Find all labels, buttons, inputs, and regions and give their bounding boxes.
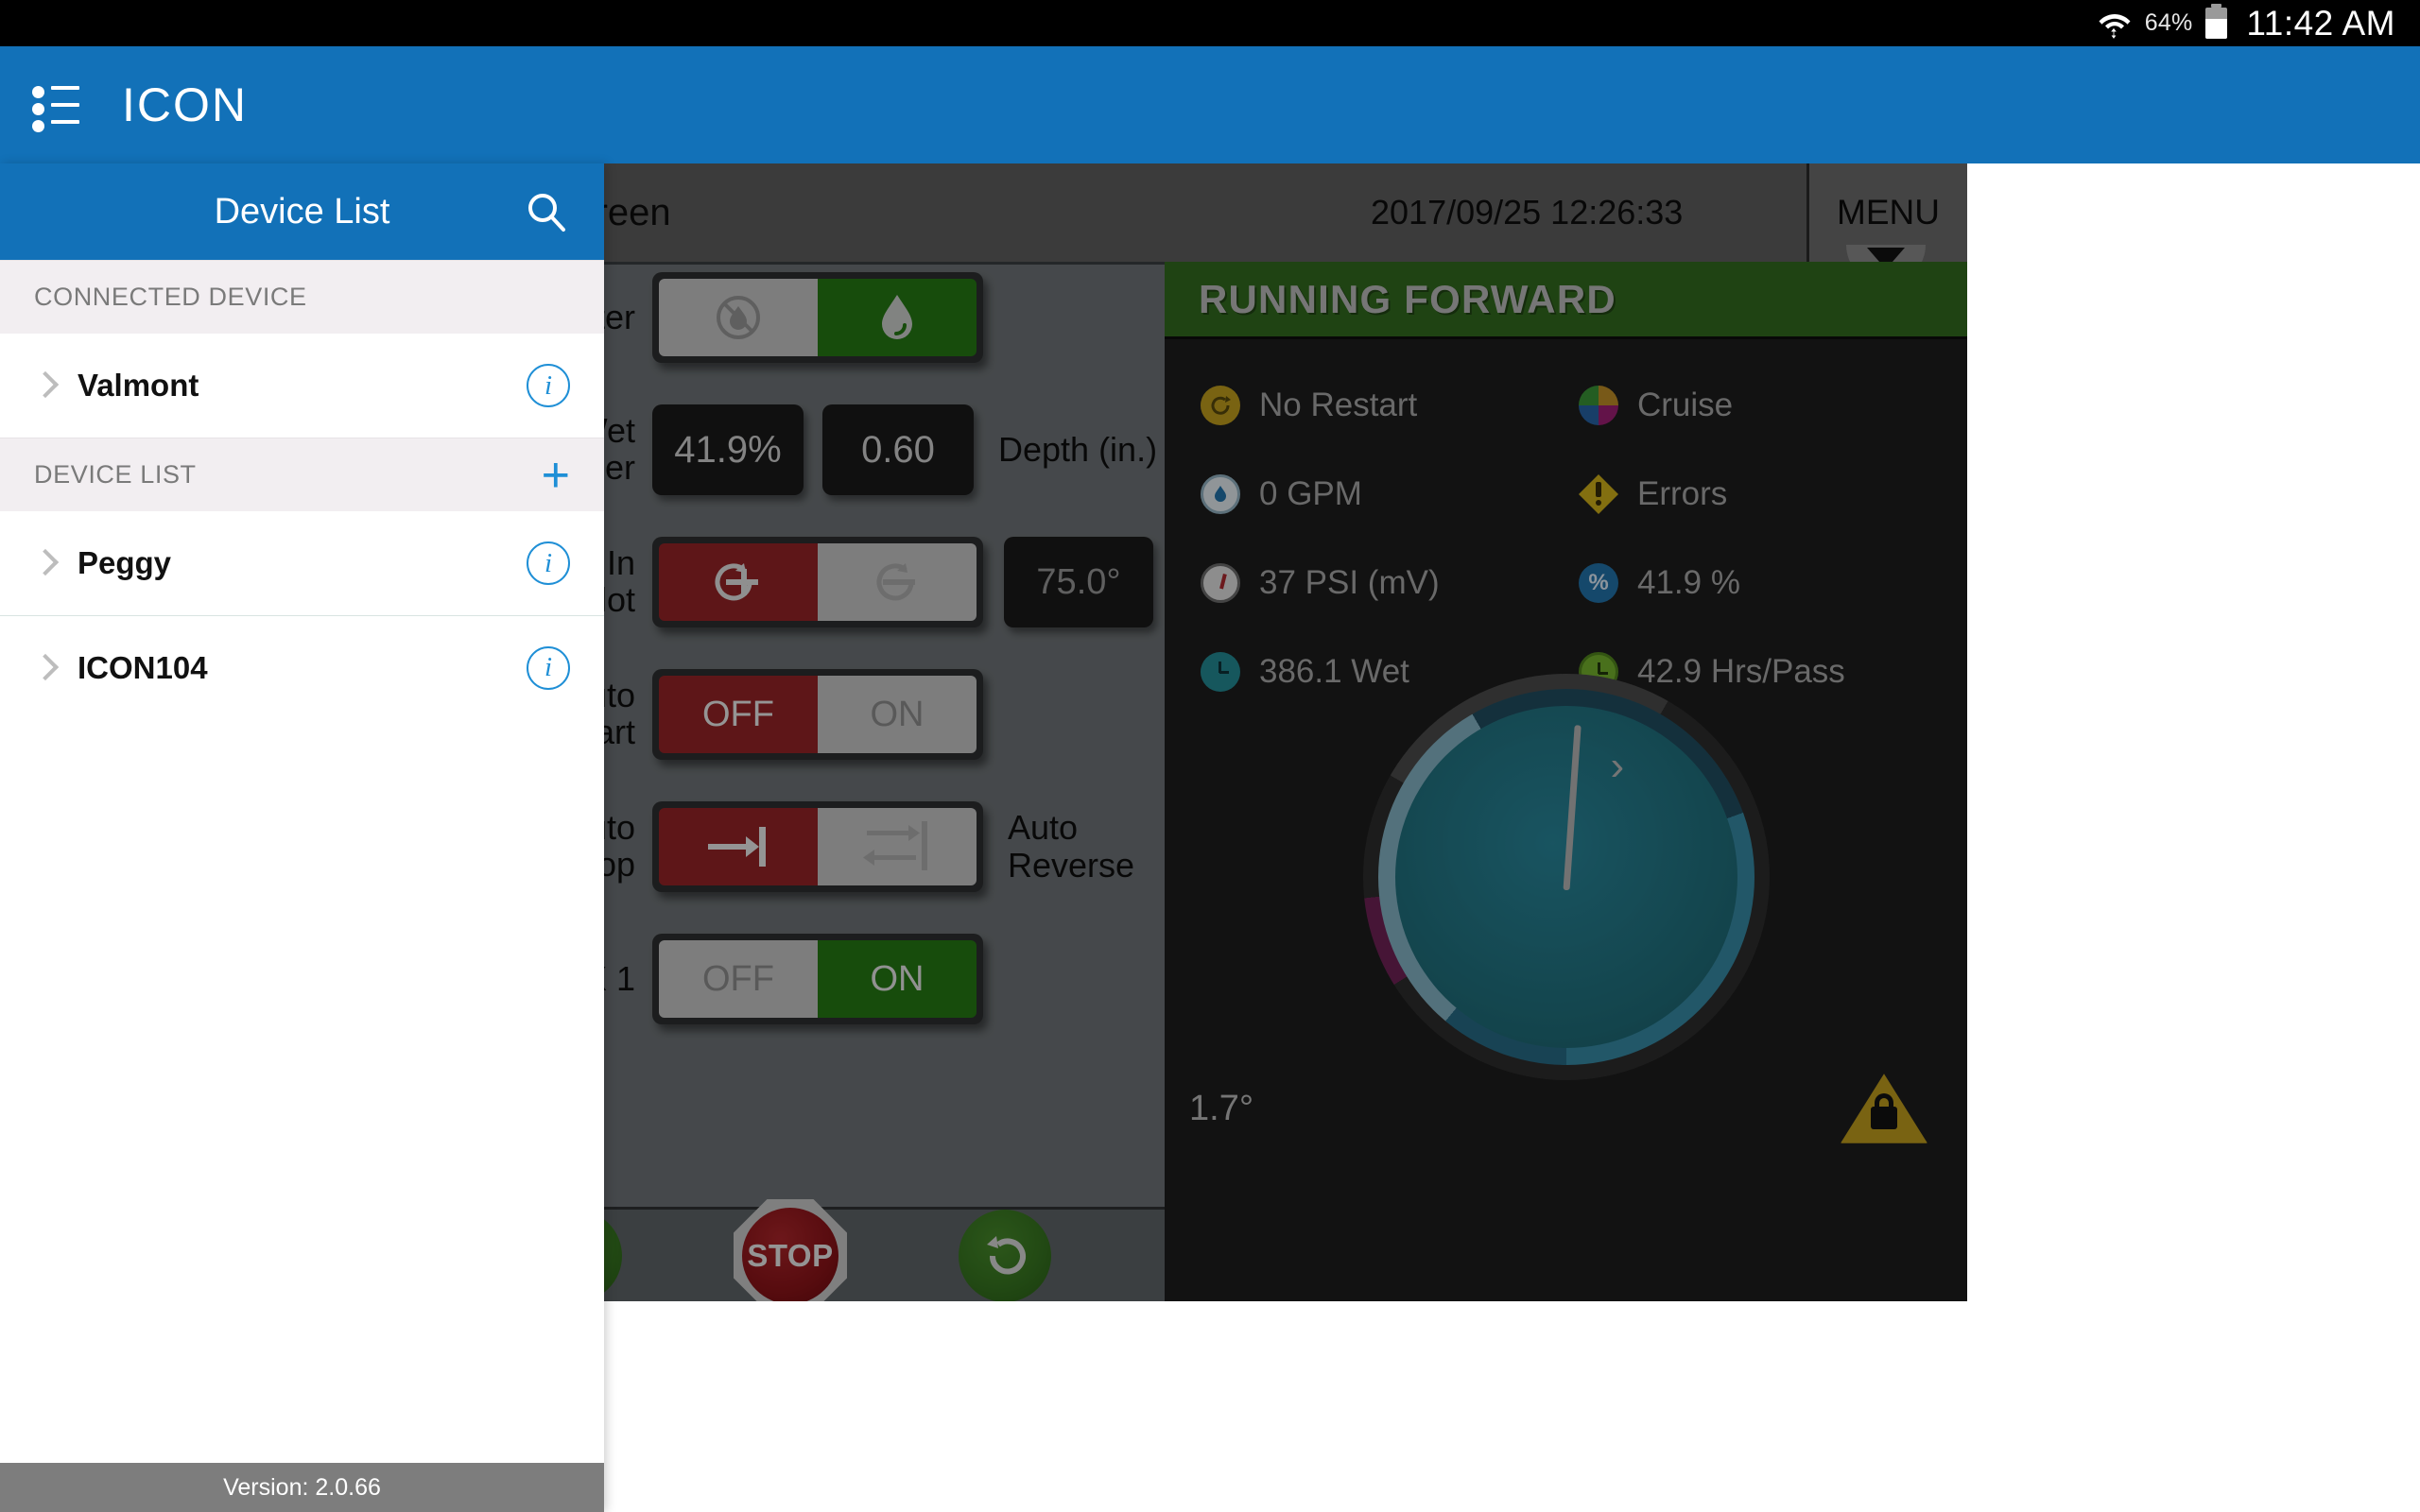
status-item-cruise: Cruise	[1579, 371, 1957, 439]
chevron-right-icon	[34, 654, 51, 682]
status-item-psi: 37 PSI (mV)	[1201, 549, 1579, 617]
device-row-peggy[interactable]: Peggy i	[0, 511, 604, 615]
section-header-device-list: DEVICE LIST +	[0, 438, 604, 511]
status-item-gpm: 0 GPM	[1201, 460, 1579, 528]
android-status-bar: 64% 11:42 AM	[0, 0, 2420, 46]
status-label-gpm: 0 GPM	[1259, 475, 1362, 512]
status-bar-clock: 11:42 AM	[2246, 3, 2395, 43]
chevron-right-icon	[34, 371, 51, 400]
stop-button-label: STOP	[747, 1237, 834, 1273]
aux-1-toggle[interactable]: OFF ON	[652, 934, 983, 1024]
device-row-icon104[interactable]: ICON104 i	[0, 615, 604, 719]
no-restart-icon	[1201, 386, 1240, 425]
status-panel: RUNNING FORWARD No Restart Cruise 0 GPM …	[1165, 262, 1967, 1301]
section-title-device-list: DEVICE LIST	[34, 460, 197, 489]
info-icon[interactable]: i	[527, 364, 570, 407]
status-item-no-restart: No Restart	[1201, 371, 1579, 439]
battery-icon	[2205, 4, 2228, 39]
auto-restart-toggle[interactable]: OFF ON	[652, 669, 983, 760]
cruise-icon	[1579, 386, 1618, 425]
status-item-grid: No Restart Cruise 0 GPM Errors 37 PSI (m…	[1165, 339, 1967, 706]
gauge-direction-icon: ›	[1610, 743, 1625, 789]
device-screen: l: Main Screen 2017/09/25 12:26:33 MENU …	[416, 163, 1967, 1301]
app-header: ICON	[0, 46, 2420, 163]
status-item-percent: % 41.9 %	[1579, 549, 1957, 617]
device-row-valmont[interactable]: Valmont i	[0, 334, 604, 438]
pivot-gauge[interactable]: › 1.7°	[1165, 659, 1967, 1188]
battery-percent-label: 64%	[2144, 9, 2193, 36]
device-menu-label: MENU	[1837, 193, 1940, 232]
info-icon[interactable]: i	[527, 645, 570, 690]
water-toggle[interactable]	[652, 272, 983, 363]
percent-icon: %	[1579, 563, 1618, 603]
device-list-drawer: Device List CONNECTED DEVICE Valmont i D…	[0, 163, 604, 1512]
status-label-psi: 37 PSI (mV)	[1259, 564, 1440, 601]
forward-button[interactable]	[959, 1209, 1051, 1301]
running-status-label: RUNNING FORWARD	[1199, 276, 1616, 321]
section-header-connected-device: CONNECTED DEVICE	[0, 260, 604, 334]
depth-unit-label: Depth (in.)	[998, 430, 1158, 469]
stop-in-slot-toggle[interactable]	[652, 537, 983, 627]
auto-reverse-icon[interactable]	[818, 808, 977, 885]
aux-1-off-option[interactable]: OFF	[659, 940, 818, 1018]
app-title: ICON	[122, 78, 248, 131]
stop-in-slot-angle-box[interactable]: 75.0°	[1004, 537, 1153, 627]
device-name-icon104: ICON104	[78, 649, 208, 685]
chevron-right-icon	[34, 549, 51, 577]
device-title-bar: l: Main Screen 2017/09/25 12:26:33 MENU	[416, 163, 1967, 284]
status-label-percent: 41.9 %	[1637, 564, 1740, 601]
pressure-icon	[1201, 563, 1240, 603]
search-icon[interactable]	[525, 190, 568, 233]
warning-icon	[1579, 474, 1618, 514]
auto-reverse-label: Auto Reverse	[1008, 808, 1135, 885]
status-label-no-restart: No Restart	[1259, 387, 1418, 423]
continuous-rotate-icon[interactable]	[818, 543, 977, 621]
flow-gauge-icon	[1201, 474, 1240, 514]
wet-timer-percent-box[interactable]: 41.9%	[652, 404, 804, 495]
section-title-connected-device: CONNECTED DEVICE	[34, 283, 307, 311]
auto-stop-toggle[interactable]	[652, 801, 983, 892]
stop-in-slot-icon[interactable]	[659, 543, 818, 621]
drawer-header: Device List	[0, 163, 604, 260]
auto-restart-on-option[interactable]: ON	[818, 676, 977, 753]
status-label-cruise: Cruise	[1637, 387, 1734, 423]
stop-button[interactable]: STOP	[734, 1198, 847, 1301]
app-version-label: Version: 2.0.66	[0, 1463, 604, 1512]
device-name-peggy: Peggy	[78, 545, 172, 580]
auto-restart-off-option[interactable]: OFF	[659, 676, 818, 753]
arrow-to-stop-icon[interactable]	[659, 808, 818, 885]
wifi-icon	[2099, 13, 2131, 39]
water-off-icon[interactable]	[659, 279, 818, 356]
running-status-banner: RUNNING FORWARD	[1165, 262, 1967, 339]
rotate-cw-icon	[987, 1235, 1026, 1274]
status-label-errors: Errors	[1637, 475, 1728, 512]
device-name-valmont: Valmont	[78, 368, 199, 403]
status-item-errors: Errors	[1579, 460, 1957, 528]
wet-timer-depth-box[interactable]: 0.60	[822, 404, 974, 495]
lock-warning-icon[interactable]	[1841, 1071, 1927, 1146]
info-icon[interactable]: i	[527, 541, 570, 585]
water-drop-icon[interactable]	[818, 279, 977, 356]
device-datetime: 2017/09/25 12:26:33	[1371, 193, 1684, 232]
drawer-title: Device List	[214, 191, 390, 232]
add-device-button[interactable]: +	[542, 451, 570, 500]
gauge-angle-label: 1.7°	[1189, 1089, 1254, 1128]
aux-1-on-option[interactable]: ON	[818, 940, 977, 1018]
list-menu-icon[interactable]	[28, 82, 79, 132]
